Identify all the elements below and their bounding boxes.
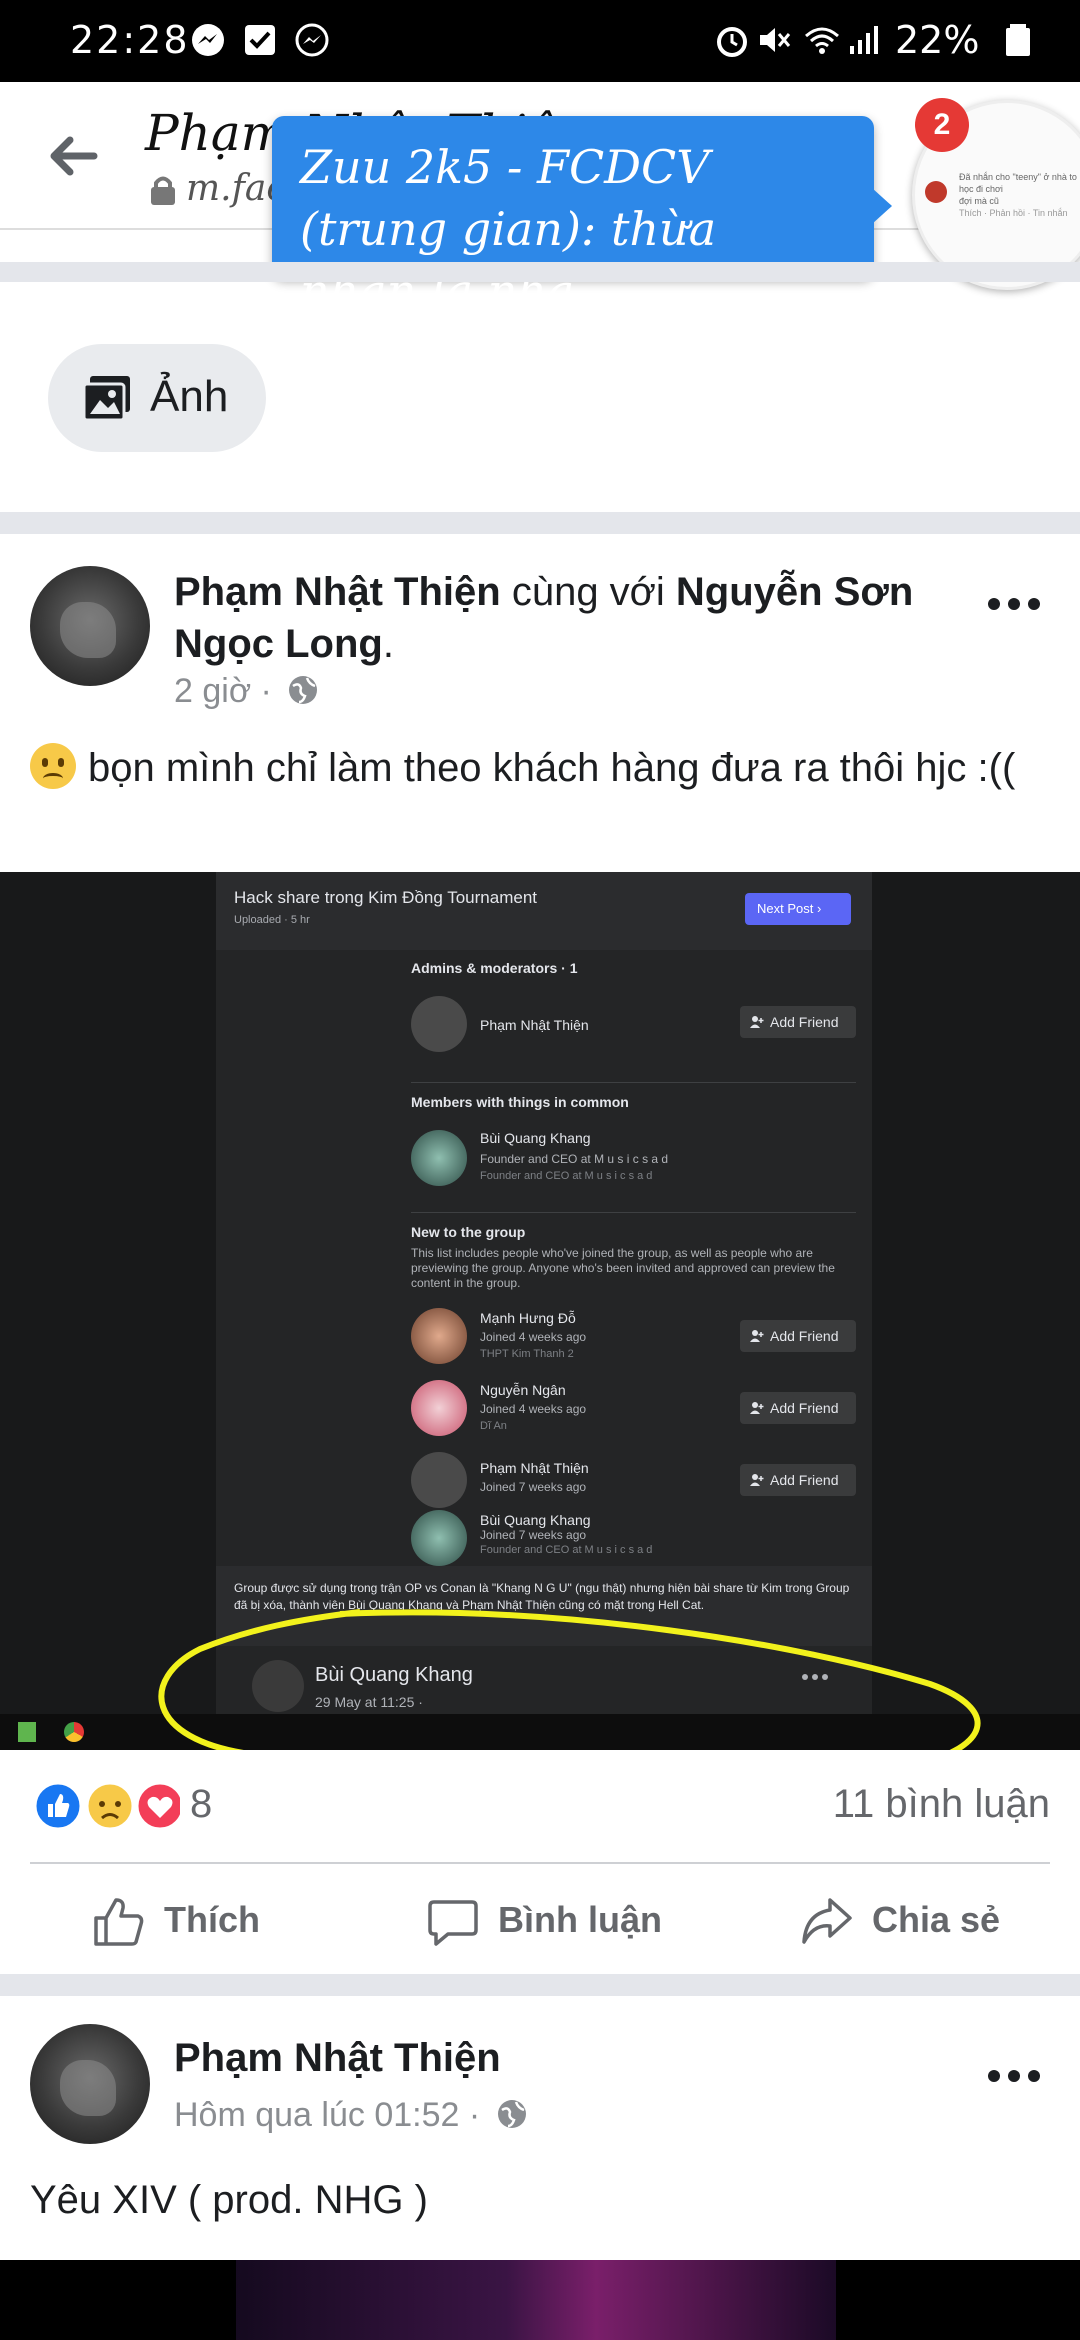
like-button[interactable]: Thích: [92, 1890, 302, 1950]
unread-badge: 2: [915, 98, 969, 152]
lock-icon: [151, 176, 175, 205]
chat-head-preview-line: Thích · Phản hồi · Tin nhắn: [959, 208, 1068, 218]
post-time[interactable]: Hôm qua lúc 01:52 ·: [174, 2096, 480, 2134]
yellow-highlight-circle: [158, 1609, 981, 1750]
thumbs-up-icon: [94, 1898, 144, 1946]
avatar[interactable]: [30, 566, 150, 686]
bubble-arrow: [872, 188, 892, 224]
share-button[interactable]: Chia sẻ: [800, 1890, 1020, 1950]
comment-label: Bình luận: [498, 1899, 662, 1940]
post-text: Yêu XIV ( prod. NHG ): [30, 2178, 428, 2222]
author-name[interactable]: Phạm Nhật Thiện: [174, 570, 501, 614]
battery-percent: 22%: [895, 18, 980, 62]
tagged-period: .: [382, 622, 394, 666]
globe-icon: [497, 2100, 526, 2128]
reaction-count[interactable]: 8: [190, 1782, 212, 1827]
chat-head-preview-line: Đã nhắn cho "teeny" ở nhà to học đi chơi: [959, 172, 1077, 194]
sad-reaction-icon: [85, 1781, 135, 1831]
mute-icon: [760, 28, 791, 52]
more-options-icon[interactable]: [984, 2064, 1044, 2088]
comment-count[interactable]: 11 bình luận: [833, 1782, 1050, 1827]
reactions-bar[interactable]: 8 11 bình luận: [0, 1752, 1080, 1862]
check-icon: [245, 25, 275, 55]
battery-icon: [1006, 24, 1030, 56]
post-text-content: bọn mình chỉ làm theo khách hàng đưa ra …: [88, 746, 1016, 790]
author-name[interactable]: Phạm Nhật Thiện: [174, 2036, 501, 2081]
avatar-hand: [60, 2060, 116, 2116]
post-meta: Hôm qua lúc 01:52 ·: [174, 2096, 528, 2135]
avatar-hand: [60, 602, 116, 658]
globe-icon: [289, 676, 318, 704]
messenger-icon: [295, 23, 329, 57]
alarm-icon: [717, 27, 747, 57]
post-header: Phạm Nhật Thiện cùng với Nguyễn Sơn Ngọc…: [174, 566, 954, 670]
post-media[interactable]: [0, 2260, 1080, 2340]
photos-chip[interactable]: Ảnh: [48, 344, 266, 452]
post-media-image: [236, 2260, 836, 2340]
status-time: 22:28: [70, 18, 190, 62]
photo-icon: [82, 376, 130, 422]
post-text: bọn mình chỉ làm theo khách hàng đưa ra …: [30, 742, 1050, 794]
share-label: Chia sẻ: [872, 1899, 1001, 1940]
signal-icon: [850, 26, 878, 54]
chat-head-preview-line: đợi mà cũ: [959, 196, 999, 206]
comment-button[interactable]: Bình luận: [426, 1890, 696, 1950]
photos-chip-label: Ảnh: [150, 372, 229, 421]
post-meta: 2 giờ ·: [174, 672, 319, 711]
status-bar: 22:28 22%: [0, 0, 1080, 82]
avatar[interactable]: [30, 2024, 150, 2144]
messenger-icon: [192, 24, 224, 56]
more-options-icon[interactable]: [984, 592, 1044, 616]
post-time[interactable]: 2 giờ ·: [174, 672, 272, 710]
with-word: cùng với: [511, 570, 665, 614]
reaction-icons: [33, 1781, 180, 1831]
share-arrow-icon: [802, 1898, 852, 1944]
post-image[interactable]: Hack share trong Kim Đồng Tournament Upl…: [0, 872, 1080, 1750]
comment-bubble-icon: [428, 1900, 478, 1946]
wifi-icon: [805, 27, 839, 54]
action-bar: Thích Bình luận Chia sẻ: [0, 1864, 1080, 1974]
section-divider: [0, 1974, 1080, 1996]
section-divider: [0, 262, 1080, 282]
section-divider: [0, 512, 1080, 534]
sad-face-emoji-icon: [30, 743, 76, 789]
chat-head-message-bubble[interactable]: Zuu 2k5 - FCDCV (trung gian): thừa nhận …: [272, 116, 874, 318]
back-arrow-icon[interactable]: [40, 124, 104, 188]
like-label: Thích: [164, 1899, 260, 1940]
chat-head-preview: Đã nhắn cho "teeny" ở nhà to học đi chơi…: [933, 171, 1080, 219]
